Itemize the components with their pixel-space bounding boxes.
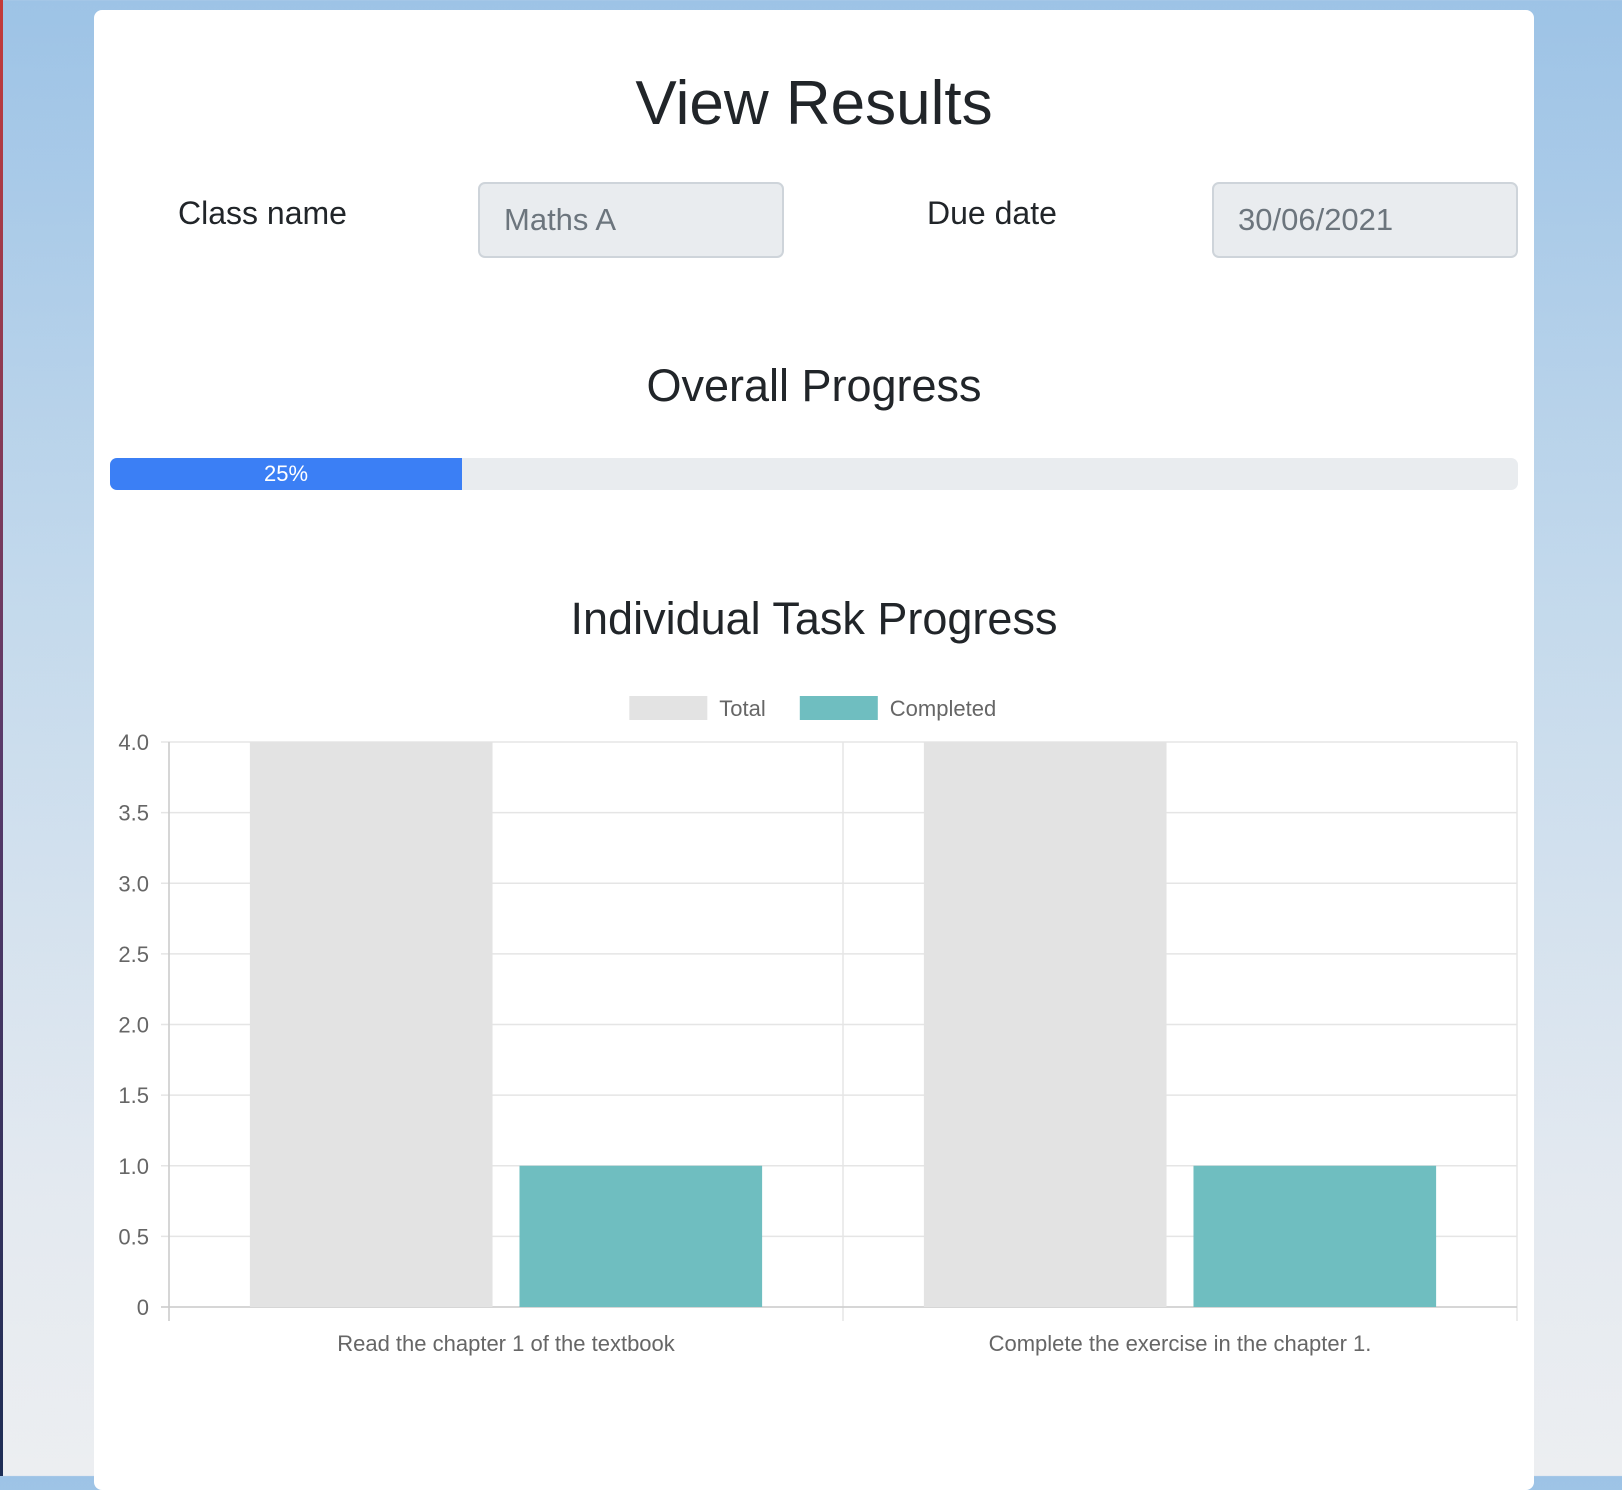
- y-tick-label: 3.5: [118, 801, 149, 826]
- y-tick-label: 3.0: [118, 871, 149, 896]
- legend-label-total: Total: [719, 696, 765, 721]
- bar-total-2: [923, 742, 1167, 1307]
- legend-swatch-completed: [799, 696, 878, 720]
- overall-progress-title: Overall Progress: [646, 360, 982, 411]
- y-tick-label: 0: [137, 1295, 149, 1320]
- window-edge: [0, 0, 3, 1476]
- y-tick-label: 2.5: [118, 942, 149, 967]
- overall-progress-bar: 25%: [110, 458, 1518, 490]
- y-tick-label: 0.5: [118, 1224, 149, 1249]
- due-date-input[interactable]: [1212, 182, 1518, 258]
- page-title: View Results: [635, 69, 993, 138]
- task-progress-chart: 0 0.5 1.0 1.5 2.0 2.5 3.0 3.5 4.0 Read the chapte…: [118, 696, 1518, 1356]
- bar-total-1: [249, 742, 493, 1307]
- class-name-label: Class name: [178, 195, 347, 231]
- results-card: View Results Class name Due date Overall…: [94, 10, 1534, 1490]
- legend-swatch-total: [629, 696, 708, 720]
- y-tick-label: 4.0: [118, 730, 149, 755]
- y-tick-label: 1.0: [118, 1154, 149, 1179]
- x-category-label: Read the chapter 1 of the textbook: [337, 1331, 676, 1356]
- bar-completed-2: [1193, 1165, 1437, 1307]
- overall-progress-fill: 25%: [110, 458, 462, 490]
- x-category-label: Complete the exercise in the chapter 1.: [989, 1331, 1372, 1356]
- legend-label-completed: Completed: [890, 696, 996, 721]
- bar-completed-1: [519, 1165, 763, 1307]
- y-tick-label: 2.0: [118, 1013, 149, 1038]
- due-date-label: Due date: [927, 195, 1057, 231]
- class-name-input[interactable]: [478, 182, 784, 258]
- task-progress-title: Individual Task Progress: [570, 593, 1058, 644]
- y-tick-label: 1.5: [118, 1083, 149, 1108]
